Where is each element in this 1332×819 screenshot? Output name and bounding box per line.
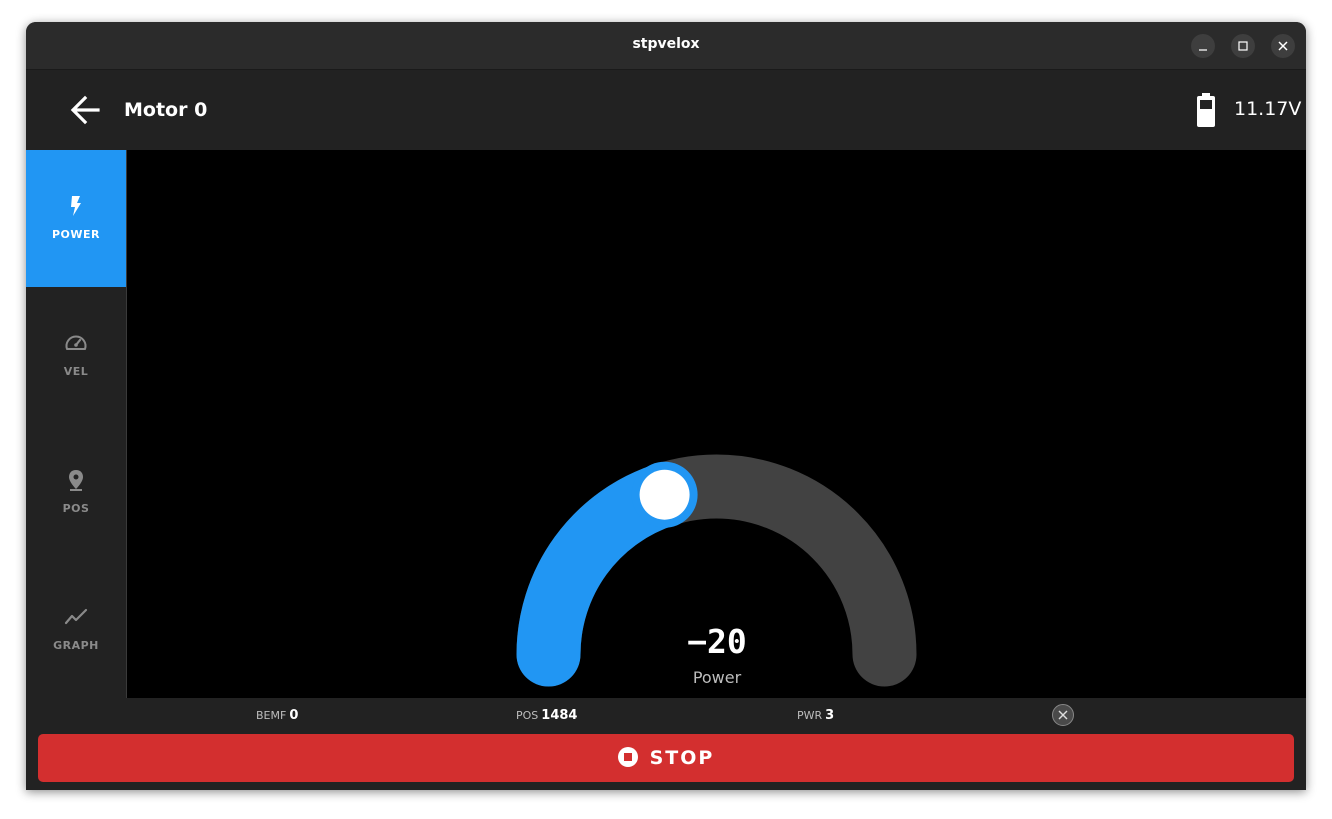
app-bar: Motor 0 11.17V <box>26 70 1306 150</box>
minimize-icon <box>1199 49 1207 51</box>
sidebar: POWER VEL POS GRAPH <box>26 150 127 698</box>
gauge-label: Power <box>692 668 742 687</box>
status-bar: BEMF 0 POS 1484 PWR 3 <box>26 698 1306 734</box>
sidebar-item-graph[interactable]: GRAPH <box>26 561 126 698</box>
pos-value: 1484 <box>541 708 578 723</box>
power-control-panel: −20 Power <box>127 150 1306 698</box>
pwr-label: PWR <box>797 709 823 722</box>
sidebar-item-label: POWER <box>51 228 101 241</box>
gauge-value: −20 <box>687 622 747 661</box>
sidebar-item-power[interactable]: POWER <box>26 150 126 287</box>
pwr-value: 3 <box>825 708 835 723</box>
close-icon <box>1278 41 1288 51</box>
sidebar-item-label: VEL <box>63 365 89 378</box>
page-title: Motor 0 <box>124 99 208 121</box>
stop-circle-icon <box>617 747 638 767</box>
bemf-readout: BEMF 0 <box>256 708 298 723</box>
stop-button-label: STOP <box>649 747 715 769</box>
battery-icon <box>1197 93 1215 127</box>
sidebar-item-label: POS <box>62 502 90 515</box>
pwr-readout: PWR 3 <box>797 708 834 723</box>
sidebar-item-pos[interactable]: POS <box>26 424 126 561</box>
speedometer-icon <box>65 335 87 350</box>
bemf-label: BEMF <box>256 709 287 722</box>
arrow-left-icon <box>70 95 100 125</box>
sidebar-item-label: GRAPH <box>53 639 99 652</box>
stop-button-content: STOP <box>38 747 1294 769</box>
back-button[interactable] <box>66 90 106 130</box>
gauge-knob[interactable] <box>639 469 690 520</box>
close-icon <box>1058 710 1068 720</box>
maximize-button[interactable] <box>1231 34 1255 58</box>
minimize-button[interactable] <box>1191 34 1215 58</box>
sidebar-item-vel[interactable]: VEL <box>26 287 126 424</box>
power-gauge[interactable] <box>127 150 1306 698</box>
bemf-value: 0 <box>289 708 299 723</box>
location-pin-icon <box>69 470 83 491</box>
title-bar: stpvelox <box>26 22 1306 70</box>
window-title: stpvelox <box>632 36 700 52</box>
clear-button[interactable] <box>1052 704 1074 726</box>
trend-line-icon <box>64 608 88 625</box>
bolt-icon <box>71 196 81 216</box>
pos-label: POS <box>516 709 539 722</box>
maximize-icon <box>1238 41 1248 51</box>
close-window-button[interactable] <box>1271 34 1295 58</box>
battery-voltage: 11.17V <box>1234 98 1302 120</box>
pos-readout: POS 1484 <box>516 708 577 723</box>
stop-button[interactable]: STOP <box>38 734 1294 782</box>
app-window: stpvelox Motor 0 11.17V POWER VEL POS GR… <box>26 22 1306 790</box>
